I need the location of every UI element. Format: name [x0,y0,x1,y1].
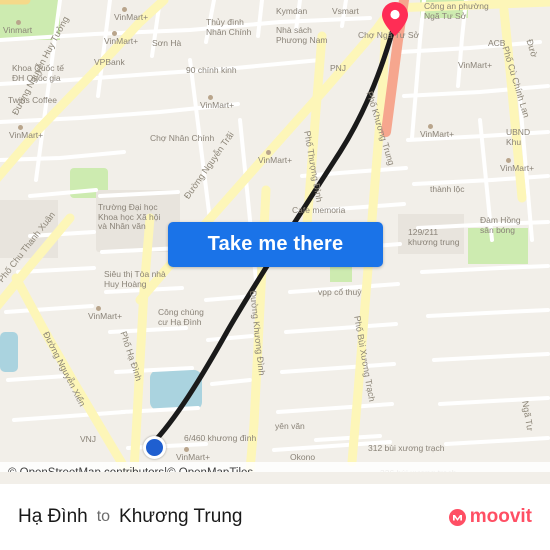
map-label: VinMart+ [420,129,455,139]
trip-endpoints: Hạ Đình to Khương Trung [0,506,449,528]
map-label: VinMart+ [500,163,535,173]
map-label: Đàm Hồng sân bóng [480,215,521,235]
trip-origin: Hạ Đình [18,506,88,527]
attribution-bar: © OpenStreetMap contributors | © OpenMap… [0,462,550,472]
map-label: 129/211 khương trung [408,227,460,247]
map-label: yên văn [275,421,305,431]
map-label: Cafe memoria [292,205,346,215]
map-label: VinMart+ [176,452,211,462]
attribution-tiles[interactable]: © OpenMapTiles [167,467,253,472]
trip-destination: Khương Trung [119,506,243,527]
trip-arrow: to [96,508,111,525]
map-label: PNJ [330,63,347,73]
attribution-osm[interactable]: © OpenStreetMap contributors [8,467,164,472]
map-label: Trường Đại học Khoa học Xã hội và Nhân v… [98,202,161,231]
map-label: VinMart+ [258,155,293,165]
map-label: thành lộc [430,184,465,194]
moovit-logo[interactable]: moovit [448,506,550,528]
map-label: VinMart+ [114,12,149,22]
map-label: VinMart+ [200,100,235,110]
map-label: Vsmart [332,6,359,16]
map-label: VinMart+ [458,60,493,70]
moovit-logo-icon [448,508,466,526]
map-screen: VinMart+ Thủy đình Nhân Chính Kymdan Vsmart… [0,0,550,550]
map-label: VNJ [80,434,97,444]
origin-dot[interactable] [143,436,166,459]
map-label: Thủy đình Nhân Chính [206,17,252,37]
destination-pin[interactable] [382,2,408,36]
moovit-wordmark: moovit [469,506,532,527]
map-label: Công an phường Ngã Tư Sở [424,1,489,21]
map-label: VPBank [94,57,125,67]
map-label: Kymdan [276,6,308,16]
map-label: VinMart+ [9,130,44,140]
map-label: 6/460 khương đình [184,433,257,443]
map-label: Chợ Nhân Chính [150,133,215,143]
map-label: vpp cổ thuỳ [318,287,362,297]
map-label: Sơn Hà [152,38,182,48]
map-canvas[interactable]: VinMart+ Thủy đình Nhân Chính Kymdan Vsmart… [0,0,550,472]
map-label: 312 bùi xương trạch [368,443,445,453]
map-label: UBND Khu [506,127,531,147]
map-label: Công chúng cư Hạ Đình [158,307,204,327]
trip-summary-bar: Hạ Đình to Khương Trung moovit [0,484,550,550]
map-label: Siêu thị Tòa nhà Huy Hoàng [104,269,166,289]
map-label: 90 chính kinh [186,65,237,75]
take-me-there-button[interactable]: Take me there [168,222,383,267]
map-label: Vinmart [3,25,33,35]
map-label: Okono [290,452,316,462]
map-label: Nhà sách Phương Nam [276,25,328,45]
map-label: VinMart+ [104,36,139,46]
map-label: VinMart+ [88,311,123,321]
